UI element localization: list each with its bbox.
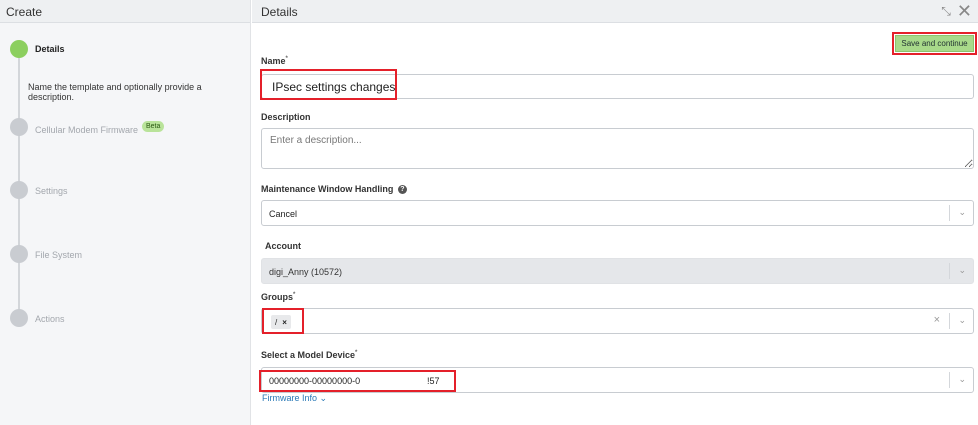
model-device-select[interactable]: 00000000-00000000-0 !57 ⌄ bbox=[261, 367, 974, 393]
name-label: Name* bbox=[261, 56, 288, 66]
maintenance-label-text: Maintenance Window Handling bbox=[261, 184, 394, 194]
description-label: Description bbox=[261, 112, 311, 122]
firmware-info-label: Firmware Info bbox=[262, 393, 318, 403]
step-dot-settings[interactable] bbox=[10, 181, 28, 199]
step-label-cellular[interactable]: Cellular Modem Firmware bbox=[35, 125, 138, 135]
maintenance-label: Maintenance Window Handling ? bbox=[261, 184, 407, 195]
step-label-details[interactable]: Details bbox=[35, 44, 65, 54]
required-mark: * bbox=[285, 56, 288, 62]
step-label-file-system[interactable]: File System bbox=[35, 250, 82, 260]
maintenance-value: Cancel bbox=[269, 209, 298, 219]
select-separator bbox=[949, 263, 950, 279]
step-dot-file-system[interactable] bbox=[10, 245, 28, 263]
help-icon[interactable]: ? bbox=[397, 185, 407, 195]
save-and-continue-button[interactable]: Save and continue bbox=[895, 35, 974, 52]
create-header: Create bbox=[0, 0, 250, 23]
chevron-down-icon[interactable]: ⌄ bbox=[958, 207, 966, 218]
step-description: Name the template and optionally provide… bbox=[28, 82, 202, 102]
model-device-value: 00000000-00000000-0 bbox=[269, 376, 361, 386]
beta-badge: Beta bbox=[142, 121, 165, 132]
firmware-info-link[interactable]: Firmware Info ⌄ bbox=[262, 393, 327, 404]
model-device-value-suffix: !57 bbox=[427, 376, 440, 386]
groups-label-text: Groups bbox=[261, 292, 294, 302]
chevron-down-icon: ⌄ bbox=[958, 265, 966, 275]
step-label-actions[interactable]: Actions bbox=[35, 314, 65, 324]
select-separator bbox=[949, 313, 950, 329]
model-device-label: Select a Model Device* bbox=[261, 350, 357, 360]
stepper-panel: Create Details Name the template and opt… bbox=[0, 0, 251, 425]
details-title: Details bbox=[261, 5, 298, 19]
name-label-text: Name bbox=[261, 56, 286, 66]
select-separator bbox=[949, 205, 950, 221]
description-field[interactable] bbox=[261, 128, 974, 169]
chevron-down-icon: ⌄ bbox=[319, 393, 328, 403]
step-label-settings[interactable]: Settings bbox=[35, 186, 68, 196]
account-value: digi_Anny (10572) bbox=[269, 267, 343, 277]
tag-remove-icon[interactable]: × bbox=[282, 318, 287, 327]
details-header: Details ⤡ ✕ bbox=[252, 0, 978, 23]
account-label: Account bbox=[265, 241, 301, 251]
step-dot-cellular[interactable] bbox=[10, 118, 28, 136]
chevron-down-icon[interactable]: ⌄ bbox=[958, 315, 966, 326]
close-icon[interactable]: ✕ bbox=[957, 2, 972, 20]
minimize-icon[interactable]: ⤡ bbox=[941, 3, 951, 19]
step-dot-details[interactable] bbox=[10, 40, 28, 58]
required-mark: * bbox=[355, 350, 358, 356]
name-field[interactable] bbox=[261, 74, 974, 99]
step-dot-actions[interactable] bbox=[10, 309, 28, 327]
group-tag: / × bbox=[271, 315, 291, 329]
groups-select[interactable]: × ⌄ bbox=[261, 308, 974, 334]
select-separator bbox=[949, 372, 950, 388]
clear-icon[interactable]: × bbox=[934, 314, 940, 326]
maintenance-select[interactable]: Cancel ⌄ bbox=[261, 200, 974, 226]
group-tag-label: / bbox=[275, 317, 278, 327]
groups-label: Groups* bbox=[261, 292, 295, 302]
chevron-down-icon[interactable]: ⌄ bbox=[958, 374, 966, 385]
account-select: digi_Anny (10572) ⌄ bbox=[261, 258, 974, 284]
required-mark: * bbox=[293, 292, 296, 298]
model-device-label-text: Select a Model Device bbox=[261, 350, 356, 360]
